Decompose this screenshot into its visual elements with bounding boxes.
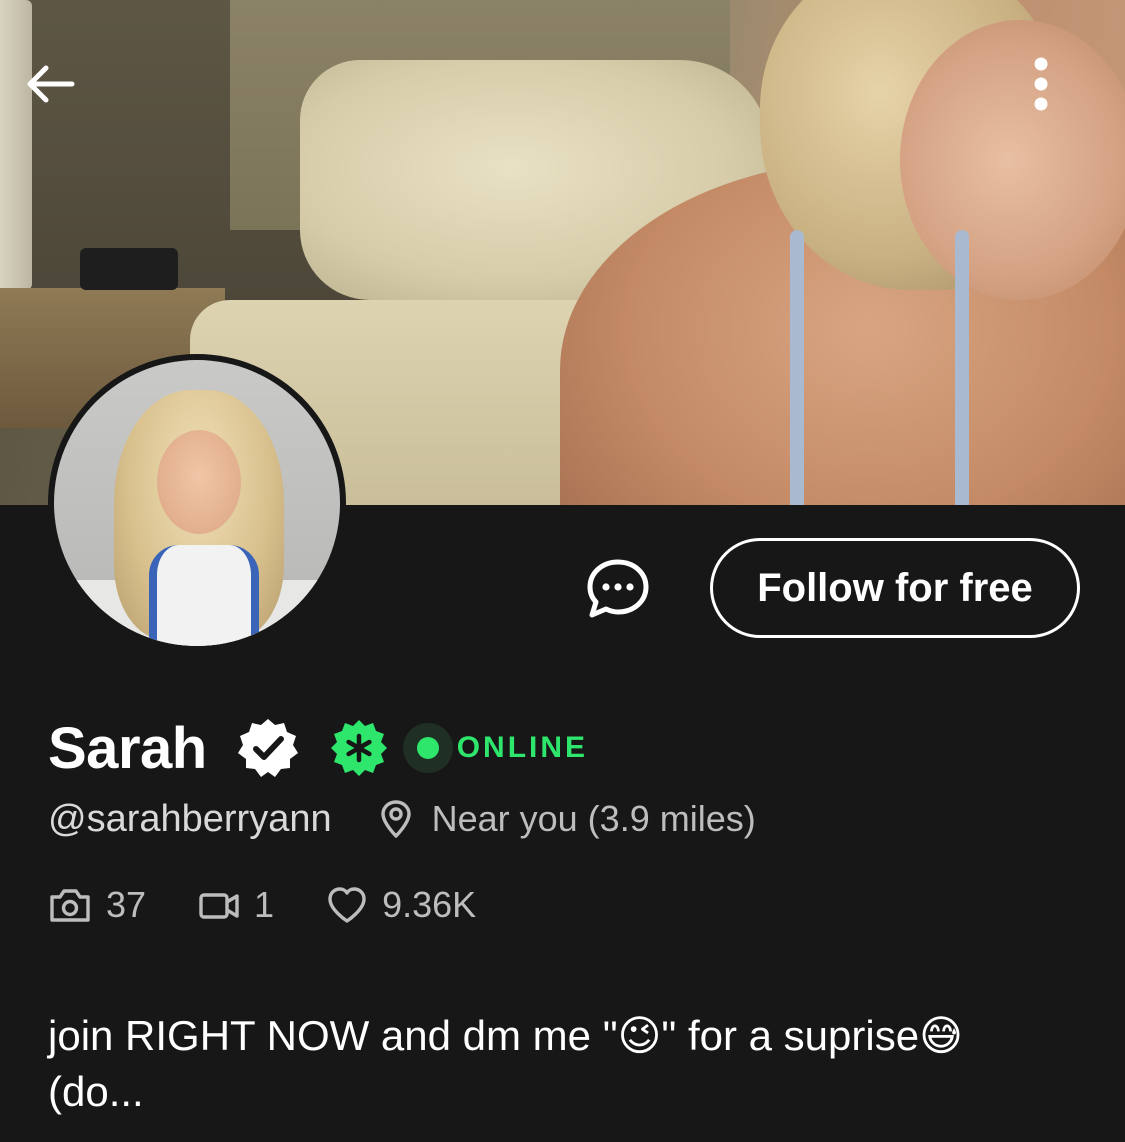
avatar-image xyxy=(54,360,340,646)
arrow-left-icon xyxy=(27,65,75,103)
stat-photos: 37 xyxy=(48,884,146,926)
stats-row: 37 1 9.36K xyxy=(48,880,528,930)
location-distance: Near you (3.9 miles) xyxy=(431,798,756,839)
follow-button[interactable]: Follow for free xyxy=(710,538,1080,638)
location-pin-icon xyxy=(380,800,411,838)
video-camera-icon xyxy=(199,893,239,919)
online-status-label: ONLINE xyxy=(456,731,589,764)
stat-videos: 1 xyxy=(198,884,274,926)
bio-text[interactable]: join RIGHT NOW and dm me "😉" for a supri… xyxy=(48,1008,1058,1120)
online-indicator xyxy=(402,723,453,773)
location: Near you (3.9 miles) xyxy=(376,798,756,840)
display-name: Sarah xyxy=(48,715,207,781)
heart-icon xyxy=(328,887,366,923)
photo-count: 37 xyxy=(106,884,147,925)
online-status: ONLINE xyxy=(402,723,589,773)
follow-button-label: Follow for free xyxy=(757,565,1033,610)
video-count: 1 xyxy=(254,884,275,925)
username-handle: @sarahberryann xyxy=(48,797,332,840)
message-button[interactable] xyxy=(583,556,653,622)
chat-bubble-icon xyxy=(587,559,649,618)
name-row: Sarah ONLINE xyxy=(48,708,588,788)
avatar[interactable] xyxy=(48,354,346,652)
creator-star-badge-icon xyxy=(330,720,387,776)
handle-row: @sarahberryann Near you (3.9 miles) xyxy=(48,794,756,844)
more-vertical-icon xyxy=(1034,57,1048,111)
stat-likes: 9.36K xyxy=(326,884,476,926)
camera-icon xyxy=(50,889,90,922)
verified-check-icon xyxy=(237,719,298,777)
more-options-button[interactable] xyxy=(1014,52,1068,116)
profile-page: Follow for free Sarah ONLINE @sarahberry… xyxy=(0,0,1125,1142)
back-button[interactable] xyxy=(18,56,82,112)
like-count: 9.36K xyxy=(382,884,477,925)
